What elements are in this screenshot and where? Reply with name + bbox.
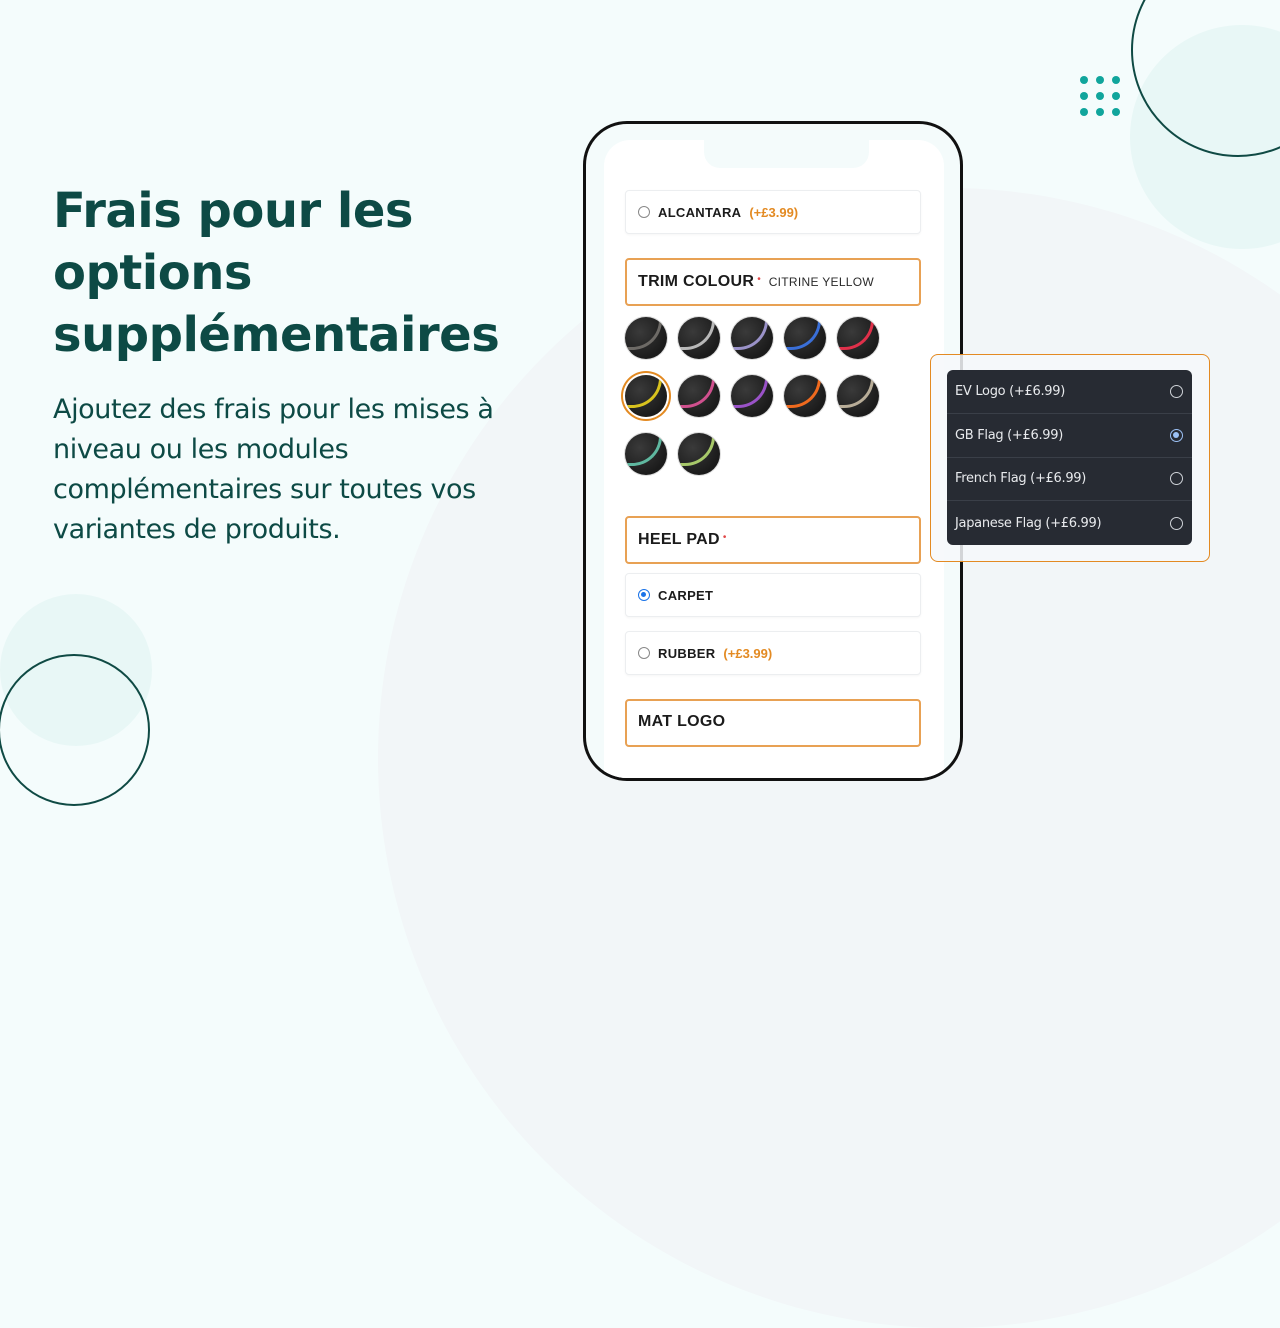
phone-mockup: ALCANTARA (+£3.99) TRIM COLOUR • CITRINE… xyxy=(583,121,963,781)
phone-screen: ALCANTARA (+£3.99) TRIM COLOUR • CITRINE… xyxy=(604,140,944,778)
colour-swatch-teal[interactable] xyxy=(625,433,667,475)
radio-icon[interactable] xyxy=(1170,516,1183,530)
subtitle: Ajoutez des frais pour les mises à nivea… xyxy=(53,394,494,545)
colour-swatch-pink[interactable] xyxy=(678,375,720,417)
radio-icon[interactable] xyxy=(638,647,650,659)
option-label: CARPET xyxy=(658,587,714,603)
radio-icon[interactable] xyxy=(638,206,650,218)
headline: Frais pour les options supplémentaires xyxy=(53,183,500,363)
radio-icon[interactable] xyxy=(1170,472,1183,486)
option-price: (+£3.99) xyxy=(723,645,773,661)
colour-swatch-purple[interactable] xyxy=(731,375,773,417)
dropdown-item-label: French Flag (+£6.99) xyxy=(955,471,1087,487)
section-title: TRIM COLOUR xyxy=(638,273,755,290)
colour-swatch-silver[interactable] xyxy=(678,317,720,359)
mat-logo-dropdown: EV Logo (+£6.99) GB Flag (+£6.99) French… xyxy=(947,370,1192,545)
section-title: MAT LOGO xyxy=(638,713,726,730)
required-mark: • xyxy=(757,273,761,285)
radio-icon[interactable] xyxy=(1170,384,1183,398)
colour-swatch-charcoal[interactable] xyxy=(625,317,667,359)
radio-selected-icon[interactable] xyxy=(1170,428,1183,442)
dropdown-item-label: EV Logo (+£6.99) xyxy=(955,383,1065,399)
option-alcantara[interactable]: ALCANTARA (+£3.99) xyxy=(625,190,921,234)
dropdown-item[interactable]: GB Flag (+£6.99) xyxy=(947,414,1192,458)
dot-grid-icon xyxy=(1080,76,1122,118)
section-trim-colour: TRIM COLOUR • CITRINE YELLOW xyxy=(625,258,921,306)
required-mark: • xyxy=(722,531,727,543)
selected-colour-value: CITRINE YELLOW xyxy=(768,275,875,289)
colour-swatch-blue[interactable] xyxy=(784,317,826,359)
radio-selected-icon[interactable] xyxy=(638,589,650,601)
option-price: (+£3.99) xyxy=(749,204,799,220)
section-heel-pad: HEEL PAD • xyxy=(625,516,921,564)
phone-notch xyxy=(704,140,869,168)
dropdown-item[interactable]: Japanese Flag (+£6.99) xyxy=(947,501,1192,545)
section-title: HEEL PAD xyxy=(638,531,720,548)
decor-circle-ring-bottom-left xyxy=(0,654,150,806)
option-label: RUBBER xyxy=(658,645,716,661)
colour-swatch-lime[interactable] xyxy=(678,433,720,475)
section-mat-logo: MAT LOGO xyxy=(625,699,921,747)
colour-swatch-beige[interactable] xyxy=(837,375,879,417)
dropdown-item[interactable]: French Flag (+£6.99) xyxy=(947,458,1192,502)
dropdown-item[interactable]: EV Logo (+£6.99) xyxy=(947,370,1192,414)
option-label: ALCANTARA xyxy=(658,204,742,220)
colour-swatch-orange[interactable] xyxy=(784,375,826,417)
colour-swatch-citrine-yellow[interactable] xyxy=(625,375,667,417)
colour-swatch-red[interactable] xyxy=(837,317,879,359)
dropdown-item-label: GB Flag (+£6.99) xyxy=(955,427,1064,443)
dropdown-item-label: Japanese Flag (+£6.99) xyxy=(955,515,1102,531)
option-rubber[interactable]: RUBBER (+£3.99) xyxy=(625,631,921,675)
option-carpet[interactable]: CARPET xyxy=(625,573,921,617)
colour-swatch-lilac[interactable] xyxy=(731,317,773,359)
